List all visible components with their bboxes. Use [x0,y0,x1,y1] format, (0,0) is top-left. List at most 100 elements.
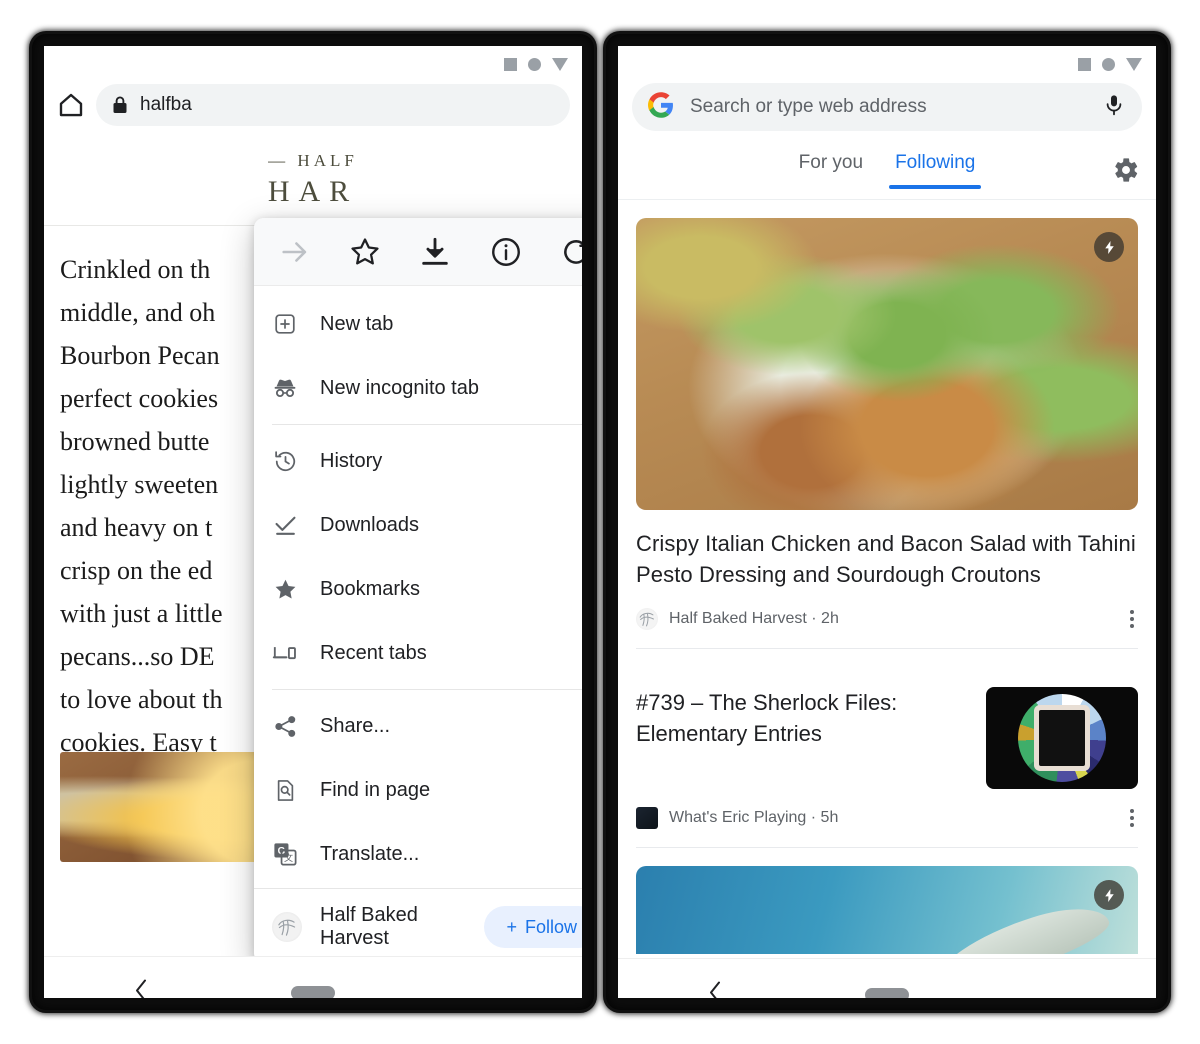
microphone-icon[interactable] [1102,93,1126,122]
plus-icon: + [506,916,517,937]
search-input[interactable]: Search or type web address [632,83,1142,131]
find-in-page-icon [272,777,298,803]
feed-card-row: #739 – The Sherlock Files: Elementary En… [636,667,1138,789]
feed-card-whale[interactable] [618,848,1156,954]
history-icon [272,448,298,474]
svg-text:文: 文 [284,852,293,863]
menu-item-label: Share... [320,714,391,737]
sherlock-files-thumbnail[interactable] [986,687,1138,789]
menu-divider [272,689,582,690]
masthead-line-2: HAR [267,174,359,208]
left-nav-bar [44,956,582,998]
menu-item-history[interactable]: History [254,429,582,493]
bookmark-star-icon[interactable] [348,235,382,269]
left-browser-toolbar: halfba [44,76,582,134]
right-nav-bar [618,958,1156,998]
back-chevron-icon[interactable] [130,975,152,998]
feed-card-source: What's Eric Playing · 5h [669,809,839,826]
recent-tabs-icon [272,640,298,666]
menu-item-recent-tabs[interactable]: Recent tabs [254,621,582,685]
feed-card-meta: What's Eric Playing · 5h [636,789,1138,847]
menu-item-bookmarks[interactable]: Bookmarks [254,557,582,621]
feed-tabs: For you Following [618,138,1156,200]
left-screen: halfba — HALF HAR Crinkled on th middle,… [44,46,582,998]
whale-underwater-photo[interactable] [636,866,1138,954]
feed-card-title[interactable]: #739 – The Sherlock Files: Elementary En… [636,687,970,789]
menu-follow-row: Half Baked Harvest + Follow [254,891,582,956]
tab-following[interactable]: Following [879,138,991,189]
menu-item-downloads[interactable]: Downloads [254,493,582,557]
feed-card-source: Half Baked Harvest · 2h [669,610,839,627]
gear-icon[interactable] [1112,156,1140,189]
right-status-bar [618,46,1156,76]
menu-item-list: New tab New incognito tab History Downlo… [254,286,582,956]
kebab-menu-icon[interactable] [1126,801,1138,835]
home-icon[interactable] [56,90,86,120]
address-bar[interactable]: halfba [96,84,570,126]
menu-item-label: New tab [320,312,394,335]
triangle-down-icon [552,57,568,71]
square-icon [1078,57,1091,71]
translate-icon: G 文 [272,841,298,867]
home-pill-handle[interactable] [291,985,335,998]
menu-divider [254,888,582,889]
menu-item-new-incognito-tab[interactable]: New incognito tab [254,356,582,420]
menu-item-label: Find in page [320,778,431,801]
menu-icon-row [254,218,582,286]
forward-arrow-icon[interactable] [278,235,312,269]
menu-item-find-in-page[interactable]: Find in page [254,758,582,822]
feed-card-meta: Half Baked Harvest · 2h [636,590,1138,648]
feed-card-sherlock[interactable]: #739 – The Sherlock Files: Elementary En… [618,649,1156,847]
menu-item-translate[interactable]: G 文 Translate... [254,822,582,886]
address-bar-text: halfba [140,94,192,115]
share-icon [272,713,298,739]
salad-photo[interactable] [636,218,1138,510]
thumbnail-art [1018,694,1106,782]
follow-button-label: Follow [524,916,577,937]
menu-item-label: Bookmarks [320,577,421,600]
download-icon[interactable] [418,235,452,269]
tab-for-you[interactable]: For you [783,138,879,174]
follow-button[interactable]: + Follow [484,906,582,948]
chrome-app-menu: New tab New incognito tab History Downlo… [254,218,582,956]
amp-lightning-icon [1094,232,1124,262]
screenshot-root: halfba — HALF HAR Crinkled on th middle,… [0,0,1200,1044]
whale-shape [929,895,1115,954]
ntp-search-toolbar: Search or type web address [618,76,1156,138]
incognito-icon [272,375,298,401]
follow-publisher-name: Half Baked Harvest [320,904,418,949]
menu-item-share[interactable]: Share... [254,694,582,758]
menu-item-label: Recent tabs [320,641,427,664]
article-webpage: — HALF HAR Crinkled on th middle, and oh… [44,134,582,956]
feed-card-salad[interactable]: Crispy Italian Chicken and Bacon Salad w… [618,200,1156,648]
kebab-menu-icon[interactable] [1126,602,1138,636]
google-g-icon [648,91,674,123]
site-masthead: — HALF HAR [44,134,582,226]
right-screen: Search or type web address For you Follo… [618,46,1156,998]
phone-right: Search or type web address For you Follo… [606,34,1168,1010]
menu-item-label: Translate... [320,842,420,865]
menu-item-new-tab[interactable]: New tab [254,292,582,356]
circle-icon [528,57,541,71]
square-icon [504,57,517,71]
amp-lightning-icon [1094,880,1124,910]
home-pill-handle[interactable] [865,987,909,998]
search-placeholder: Search or type web address [690,96,927,117]
circle-icon [1102,57,1115,71]
triangle-down-icon [1126,57,1142,71]
feed-card-title[interactable]: Crispy Italian Chicken and Bacon Salad w… [636,528,1138,590]
lock-icon [112,96,128,114]
publisher-avatar-icon [272,912,302,942]
star-filled-icon [272,576,298,602]
page-info-icon[interactable] [489,235,523,269]
back-chevron-icon[interactable] [704,977,726,998]
menu-item-label: New incognito tab [320,376,479,399]
menu-item-label: Downloads [320,513,419,536]
reload-icon[interactable] [559,235,582,269]
phone-left: halfba — HALF HAR Crinkled on th middle,… [32,34,594,1010]
publisher-avatar-icon [636,807,658,829]
menu-divider [272,424,582,425]
publisher-avatar-icon [636,608,658,630]
menu-item-label: History [320,449,383,472]
masthead-line-1: — HALF [268,150,358,170]
